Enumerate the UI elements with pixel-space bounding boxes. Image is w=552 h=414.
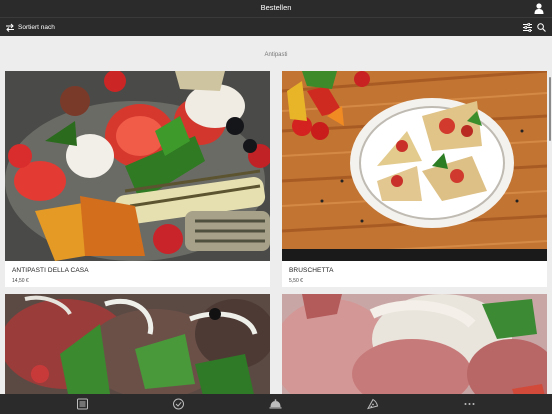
product-card[interactable] bbox=[5, 294, 270, 394]
pizza-slice-icon[interactable] bbox=[366, 398, 379, 410]
sort-label: Sortiert nach bbox=[18, 24, 55, 31]
menu-list-icon[interactable] bbox=[76, 398, 89, 410]
toolbar: Sortiert nach bbox=[0, 17, 552, 36]
scrollbar[interactable] bbox=[549, 77, 551, 141]
product-name: BRUSCHETTA bbox=[289, 267, 334, 274]
search-icon[interactable] bbox=[537, 23, 546, 32]
check-circle-icon[interactable] bbox=[172, 398, 185, 410]
sort-arrows-icon bbox=[6, 23, 14, 32]
sort-button[interactable]: Sortiert nach bbox=[5, 22, 55, 33]
product-price: 14,50 € bbox=[12, 278, 29, 284]
section-title: Antipasti bbox=[264, 52, 288, 58]
cloche-icon[interactable] bbox=[269, 398, 282, 410]
product-name: ANTIPASTI DELLA CASA bbox=[12, 267, 89, 274]
bottom-nav bbox=[0, 394, 552, 414]
page-title: Bestellen bbox=[260, 3, 292, 12]
antipasti-photo bbox=[5, 71, 270, 261]
product-list: Antipasti ANTIPASTI DELLA CASA 14,50 € B… bbox=[0, 36, 552, 394]
user-icon[interactable] bbox=[534, 3, 544, 14]
bruschetta-photo bbox=[282, 71, 547, 261]
app-header: Bestellen bbox=[0, 0, 552, 17]
product-card[interactable]: ANTIPASTI DELLA CASA 14,50 € bbox=[5, 71, 270, 287]
product-photo bbox=[5, 294, 270, 394]
product-photo bbox=[282, 294, 547, 394]
more-dots-icon[interactable] bbox=[463, 398, 476, 410]
filter-sliders-icon[interactable] bbox=[523, 23, 532, 32]
product-card[interactable]: BRUSCHETTA 5,50 € bbox=[282, 71, 547, 287]
product-price: 5,50 € bbox=[289, 278, 303, 284]
product-card[interactable] bbox=[282, 294, 547, 394]
